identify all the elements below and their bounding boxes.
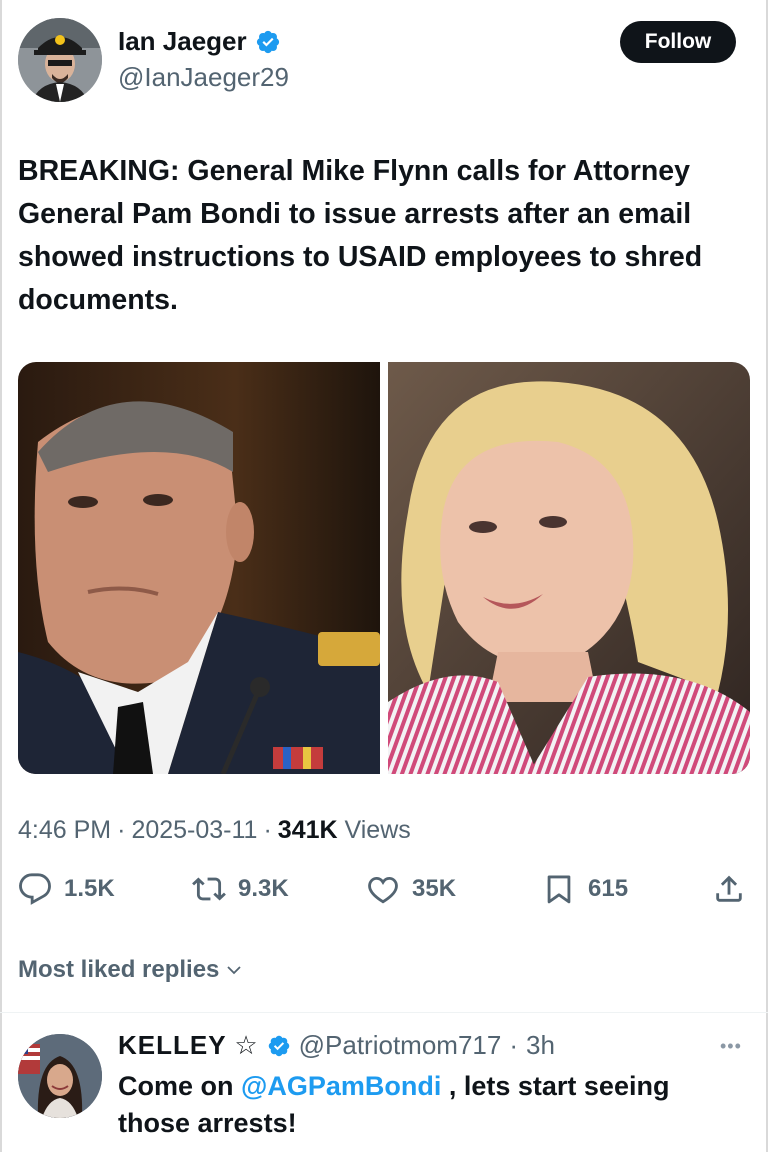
media-image-2[interactable] [388, 362, 750, 774]
reply-text: Come on @AGPamBondi , lets start seeing … [118, 1068, 738, 1142]
tweet-meta: 4:46 PM · 2025-03-11 · 341K Views [18, 816, 411, 845]
reply-text-before: Come on [118, 1071, 242, 1101]
reply-mention-link[interactable]: @AGPamBondi [241, 1071, 441, 1101]
reply-author-avatar[interactable] [18, 1034, 102, 1118]
bookmark-icon [547, 875, 571, 904]
author-avatar[interactable] [18, 18, 102, 102]
replies-sort-dropdown[interactable]: Most liked replies [18, 956, 243, 984]
reply-author-handle[interactable]: @Patriotmom717 [299, 1030, 502, 1061]
heart-icon [368, 876, 398, 904]
reply-icon [19, 873, 51, 905]
views-label: Views [344, 816, 411, 844]
repost-button[interactable]: 9.3K [192, 872, 289, 906]
author-display-name[interactable]: Ian Jaeger [118, 26, 247, 57]
tweet-actions: 1.5K 9.3K 35K 615 [18, 872, 750, 916]
tweet-time[interactable]: 4:46 PM [18, 816, 111, 845]
author-handle[interactable]: @IanJaeger29 [118, 62, 289, 93]
meta-separator: · [509, 1030, 519, 1060]
tweet-text: BREAKING: General Mike Flynn calls for A… [18, 155, 703, 316]
tweet-date[interactable]: 2025-03-11 [131, 816, 257, 845]
more-options-icon[interactable]: ••• [720, 1036, 742, 1057]
media-image-1[interactable] [18, 362, 380, 774]
share-icon [716, 875, 742, 902]
verified-badge-icon [268, 1035, 289, 1056]
reply-time[interactable]: 3h [526, 1030, 555, 1061]
reply-author-name[interactable]: KELLEY ☆ [118, 1030, 259, 1061]
repost-icon [192, 877, 226, 901]
bookmark-button[interactable]: 615 [542, 872, 628, 906]
replies-sort-label: Most liked replies [18, 956, 220, 983]
like-count: 35K [412, 875, 457, 902]
bookmark-count: 615 [588, 875, 629, 902]
verified-badge-icon [256, 30, 279, 53]
meta-separator: · [263, 816, 272, 844]
like-button[interactable]: 35K [366, 872, 456, 906]
tweet-media[interactable] [18, 362, 750, 774]
share-button[interactable] [712, 872, 746, 906]
repost-count: 9.3K [238, 875, 289, 902]
follow-button[interactable]: Follow [620, 21, 736, 63]
views-count: 341K [277, 816, 338, 844]
meta-separator: · [117, 816, 126, 844]
author-name-row: Ian Jaeger [118, 26, 281, 57]
reply-button[interactable]: 1.5K [18, 872, 115, 906]
reply-count: 1.5K [64, 875, 115, 902]
reply-header: KELLEY ☆ @Patriotmom717 · 3h [118, 1030, 555, 1061]
chevron-down-icon [227, 966, 242, 975]
section-divider [0, 1012, 768, 1013]
